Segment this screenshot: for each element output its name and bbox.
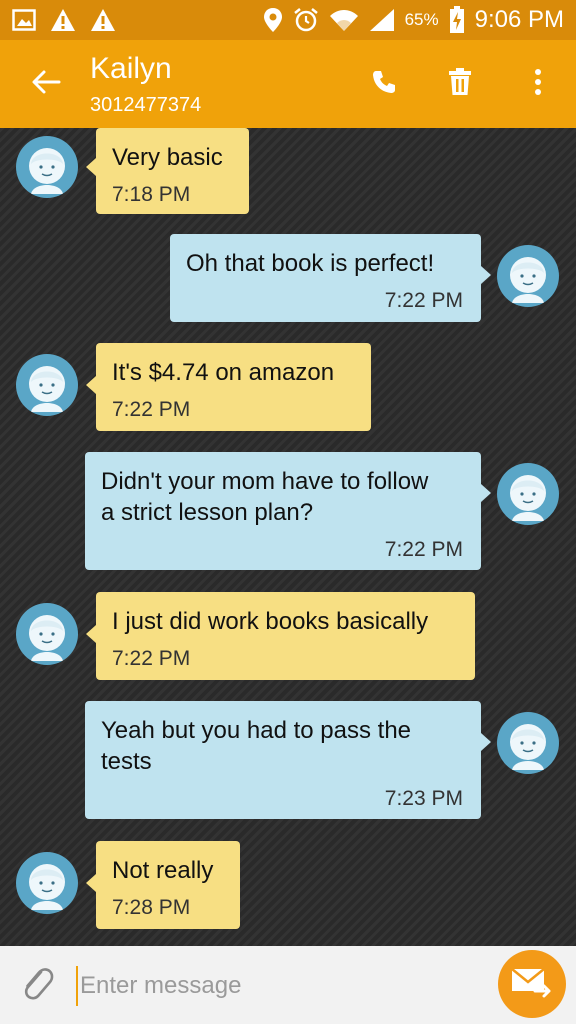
warning-icon bbox=[50, 8, 76, 32]
wifi-icon bbox=[329, 8, 359, 32]
bubble-tail bbox=[86, 625, 96, 643]
message-bubble-incoming[interactable]: It's $4.74 on amazon 7:22 PM bbox=[96, 343, 371, 431]
bubble-tail bbox=[481, 484, 491, 502]
message-time: 7:22 PM bbox=[112, 398, 191, 421]
location-icon bbox=[263, 7, 283, 33]
message-list[interactable]: Very basic 7:18 PM Oh that book is perfe… bbox=[0, 128, 576, 946]
message-time: 7:23 PM bbox=[384, 787, 463, 810]
call-button[interactable] bbox=[364, 64, 404, 104]
paperclip-icon bbox=[19, 964, 55, 1007]
message-bubble-outgoing[interactable]: Yeah but you had to pass the tests 7:23 … bbox=[85, 701, 481, 819]
clock: 9:06 PM bbox=[474, 6, 564, 33]
back-button[interactable] bbox=[28, 66, 64, 102]
message-bubble-outgoing[interactable]: Oh that book is perfect! 7:22 PM bbox=[170, 234, 481, 322]
message-bubble-incoming[interactable]: Very basic 7:18 PM bbox=[96, 128, 249, 214]
message-bubble-incoming[interactable]: I just did work books basically 7:22 PM bbox=[96, 592, 475, 680]
message-text: Oh that book is perfect! bbox=[186, 250, 435, 277]
contact-avatar-icon[interactable] bbox=[16, 136, 78, 198]
bubble-tail bbox=[481, 266, 491, 284]
send-button[interactable] bbox=[498, 950, 566, 1018]
message-text: It's $4.74 on amazon bbox=[112, 359, 335, 386]
message-text-line: a strict lesson plan? bbox=[101, 499, 314, 526]
contact-name: Kailyn bbox=[90, 52, 172, 85]
my-avatar-icon[interactable] bbox=[497, 463, 559, 525]
app-bar: Kailyn 3012477374 bbox=[0, 40, 576, 128]
warning-icon bbox=[90, 8, 116, 32]
message-text: Not really bbox=[112, 857, 214, 884]
message-input[interactable] bbox=[76, 966, 482, 1006]
bubble-tail bbox=[86, 874, 96, 892]
message-time: 7:22 PM bbox=[112, 647, 191, 670]
bubble-tail bbox=[86, 376, 96, 394]
message-time: 7:28 PM bbox=[112, 896, 191, 919]
contact-number: 3012477374 bbox=[90, 94, 202, 116]
attach-button[interactable] bbox=[16, 964, 58, 1006]
contact-avatar-icon[interactable] bbox=[16, 852, 78, 914]
image-icon bbox=[12, 9, 36, 31]
signal-icon bbox=[369, 8, 395, 32]
send-mail-icon bbox=[511, 965, 553, 1004]
contact-avatar-icon[interactable] bbox=[16, 603, 78, 665]
more-options-button[interactable] bbox=[518, 64, 558, 104]
contact-avatar-icon[interactable] bbox=[16, 354, 78, 416]
more-vert-icon bbox=[534, 68, 542, 101]
message-text: Very basic bbox=[112, 144, 223, 171]
message-text-line: Yeah but you had to pass the bbox=[101, 717, 412, 744]
my-avatar-icon[interactable] bbox=[497, 712, 559, 774]
bubble-tail bbox=[481, 733, 491, 751]
message-bubble-outgoing[interactable]: Didn't your mom have to follow a strict … bbox=[85, 452, 481, 570]
message-text-line: Didn't your mom have to follow bbox=[101, 468, 429, 495]
call-icon bbox=[371, 69, 397, 100]
bubble-tail bbox=[86, 158, 96, 176]
alarm-icon bbox=[293, 7, 319, 33]
battery-percent: 65% bbox=[404, 10, 439, 29]
my-avatar-icon[interactable] bbox=[497, 245, 559, 307]
message-bubble-incoming[interactable]: Not really 7:28 PM bbox=[96, 841, 240, 929]
delete-button[interactable] bbox=[440, 64, 480, 104]
status-bar: 65% 9:06 PM bbox=[0, 0, 576, 40]
message-time: 7:22 PM bbox=[384, 538, 463, 561]
battery-charging-icon bbox=[449, 6, 465, 34]
arrow-back-icon bbox=[31, 69, 61, 100]
message-time: 7:18 PM bbox=[112, 183, 191, 206]
message-composer bbox=[0, 946, 576, 1024]
message-text-line: tests bbox=[101, 748, 152, 775]
delete-icon bbox=[448, 67, 472, 101]
message-text: I just did work books basically bbox=[112, 608, 429, 635]
message-time: 7:22 PM bbox=[384, 289, 463, 312]
